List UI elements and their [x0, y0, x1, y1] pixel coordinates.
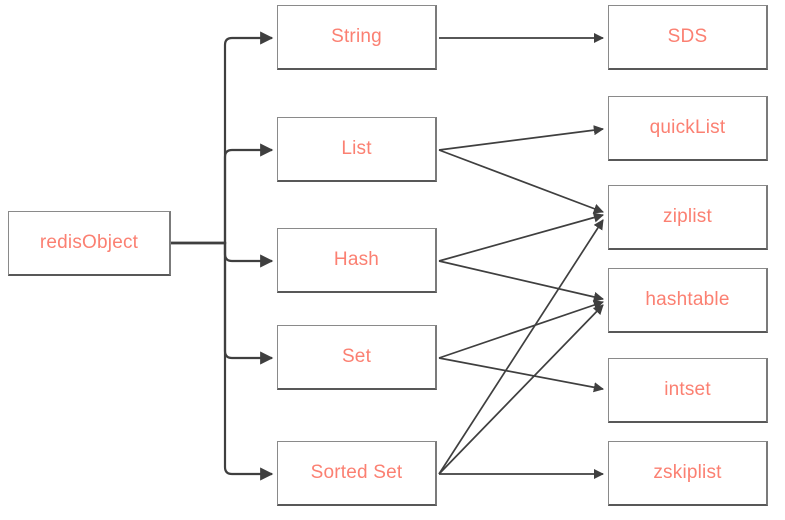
node-sorted-set[interactable]: Sorted Set [277, 441, 437, 506]
edge-sortedset-hashtable [438, 304, 604, 475]
node-zskiplist[interactable]: zskiplist [608, 441, 768, 506]
edge-list-ziplist [438, 149, 604, 214]
edge-redisobject-string [171, 31, 274, 245]
node-ziplist[interactable]: ziplist [608, 185, 768, 250]
node-list[interactable]: List [277, 117, 437, 182]
edge-hash-ziplist [438, 212, 604, 262]
edge-redisobject-list [171, 143, 274, 245]
node-hashtable[interactable]: hashtable [608, 268, 768, 333]
node-set[interactable]: Set [277, 325, 437, 390]
node-hash[interactable]: Hash [277, 228, 437, 293]
edge-list-quicklist [438, 125, 605, 151]
edge-set-hashtable [438, 300, 604, 359]
node-intset[interactable]: intset [608, 358, 768, 423]
redis-object-diagram: redisObject String List Hash Set Sorted … [0, 0, 785, 520]
edge-set-intset [438, 357, 605, 393]
node-sds[interactable]: SDS [608, 5, 768, 70]
node-string[interactable]: String [277, 5, 437, 70]
edge-redisobject-hash [171, 241, 274, 268]
node-quicklist[interactable]: quickList [608, 96, 768, 161]
edge-redisobject-set [171, 241, 274, 365]
edge-redisobject-sortedset [171, 241, 274, 481]
node-redisobject[interactable]: redisObject [8, 211, 171, 276]
edge-hash-hashtable [438, 260, 604, 302]
edge-sortedset-ziplist [438, 219, 604, 475]
